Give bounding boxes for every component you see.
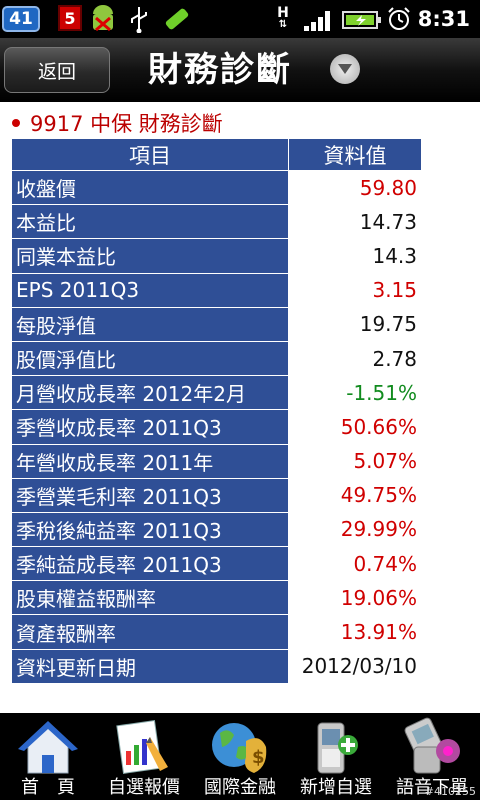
stock-subtitle: 9917 中保 財務診斷 bbox=[12, 110, 223, 138]
table-row: 收盤價 59.80 bbox=[11, 169, 422, 206]
bottom-nav: 首 頁 自選報價 $ 國際金融 新增自選 語音下單 #410255 bbox=[0, 713, 480, 800]
table-row: 股東權益報酬率 19.06% bbox=[11, 580, 422, 616]
row-label: 年營收成長率 2011年 bbox=[11, 443, 289, 479]
column-header-item: 項目 bbox=[11, 138, 289, 171]
app-badge: 5 bbox=[58, 5, 82, 31]
signal-strength-icon bbox=[304, 11, 330, 31]
table-row: 同業本益比 14.3 bbox=[11, 238, 422, 274]
table-row: 本益比 14.73 bbox=[11, 204, 422, 240]
nav-item-add-watchlist[interactable]: 新增自選 bbox=[288, 713, 384, 800]
watermark: #410255 bbox=[424, 785, 476, 798]
row-value: 19.06% bbox=[288, 580, 422, 616]
add-phone-icon bbox=[317, 722, 358, 774]
table-row: EPS 2011Q3 3.15 bbox=[11, 272, 422, 308]
globe-money-icon: $ bbox=[212, 723, 267, 773]
nav-label-watchlist: 自選報價 bbox=[108, 777, 180, 798]
status-bar: 41 5 H ⇅ 8:31 bbox=[0, 0, 480, 38]
row-value: 2012/03/10 bbox=[288, 648, 422, 684]
chevron-down-icon bbox=[338, 64, 352, 74]
row-label: EPS 2011Q3 bbox=[11, 272, 289, 308]
page-title: 財務診斷 bbox=[148, 50, 292, 90]
table-row: 資料更新日期 2012/03/10 bbox=[11, 648, 422, 684]
table-row: 資產報酬率 13.91% bbox=[11, 614, 422, 650]
row-value: 5.07% bbox=[288, 443, 422, 479]
row-value: 3.15 bbox=[288, 272, 422, 308]
table-row: 季稅後純益率 2011Q3 29.99% bbox=[11, 511, 422, 548]
battery-icon bbox=[342, 11, 381, 29]
row-label: 資料更新日期 bbox=[11, 648, 289, 684]
stock-subtitle-text: 9917 中保 財務診斷 bbox=[30, 112, 223, 136]
dropdown-button[interactable] bbox=[330, 54, 360, 84]
row-label: 季純益成長率 2011Q3 bbox=[11, 546, 289, 582]
row-value: 49.75% bbox=[288, 477, 422, 513]
nav-item-international[interactable]: $ 國際金融 bbox=[192, 713, 288, 800]
nav-label-home: 首 頁 bbox=[21, 777, 75, 798]
row-label: 每股淨值 bbox=[11, 306, 289, 342]
clock: 8:31 bbox=[417, 7, 470, 31]
svg-text:$: $ bbox=[252, 747, 265, 768]
notification-count-badge: 41 bbox=[2, 6, 40, 32]
usb-icon bbox=[131, 7, 147, 33]
nav-item-watchlist[interactable]: 自選報價 bbox=[96, 713, 192, 800]
quote-chart-icon bbox=[116, 720, 168, 774]
table-row: 每股淨值 19.75 bbox=[11, 306, 422, 342]
row-label: 季營業毛利率 2011Q3 bbox=[11, 477, 289, 513]
table-row: 年營收成長率 2011年 5.07% bbox=[11, 443, 422, 479]
nav-label-add-watchlist: 新增自選 bbox=[300, 777, 372, 798]
row-value: -1.51% bbox=[288, 375, 422, 411]
title-bar: 返回 財務診斷 bbox=[0, 38, 480, 102]
network-type-icon: H ⇅ bbox=[277, 5, 289, 30]
row-value: 14.3 bbox=[288, 238, 422, 274]
row-value: 29.99% bbox=[288, 511, 422, 548]
table-row: 季營業毛利率 2011Q3 49.75% bbox=[11, 477, 422, 513]
alarm-icon bbox=[388, 7, 410, 30]
row-value: 50.66% bbox=[288, 409, 422, 445]
android-debug-icon bbox=[93, 5, 113, 32]
row-label: 本益比 bbox=[11, 204, 289, 240]
row-label: 收盤價 bbox=[11, 169, 289, 206]
back-button[interactable]: 返回 bbox=[4, 47, 110, 93]
financial-table: 項目 資料值 收盤價 59.80 本益比 14.73 同業本益比 14.3 EPS 2011… bbox=[11, 138, 422, 684]
row-label: 股價淨值比 bbox=[11, 340, 289, 377]
column-header-value: 資料值 bbox=[288, 138, 422, 171]
row-value: 13.91% bbox=[288, 614, 422, 650]
row-value: 2.78 bbox=[288, 340, 422, 377]
battery-charging-icon bbox=[165, 8, 189, 30]
table-body: 收盤價 59.80 本益比 14.73 同業本益比 14.3 EPS 2011Q3 3.15 每… bbox=[11, 169, 422, 684]
row-label: 股東權益報酬率 bbox=[11, 580, 289, 616]
table-row: 月營收成長率 2012年2月 -1.51% bbox=[11, 375, 422, 411]
row-value: 0.74% bbox=[288, 546, 422, 582]
row-label: 季營收成長率 2011Q3 bbox=[11, 409, 289, 445]
bullet-icon bbox=[12, 119, 20, 127]
voice-phone-icon bbox=[404, 717, 460, 774]
row-value: 59.80 bbox=[288, 169, 422, 206]
home-icon bbox=[18, 721, 78, 774]
table-row: 季營收成長率 2011Q3 50.66% bbox=[11, 409, 422, 445]
row-value: 19.75 bbox=[288, 306, 422, 342]
table-row: 季純益成長率 2011Q3 0.74% bbox=[11, 546, 422, 582]
row-value: 14.73 bbox=[288, 204, 422, 240]
row-label: 資產報酬率 bbox=[11, 614, 289, 650]
row-label: 月營收成長率 2012年2月 bbox=[11, 375, 289, 411]
nav-label-international: 國際金融 bbox=[204, 777, 276, 798]
nav-item-home[interactable]: 首 頁 bbox=[0, 713, 96, 800]
row-label: 季稅後純益率 2011Q3 bbox=[11, 511, 289, 548]
table-header-row: 項目 資料值 bbox=[11, 138, 422, 171]
row-label: 同業本益比 bbox=[11, 238, 289, 274]
table-row: 股價淨值比 2.78 bbox=[11, 340, 422, 377]
